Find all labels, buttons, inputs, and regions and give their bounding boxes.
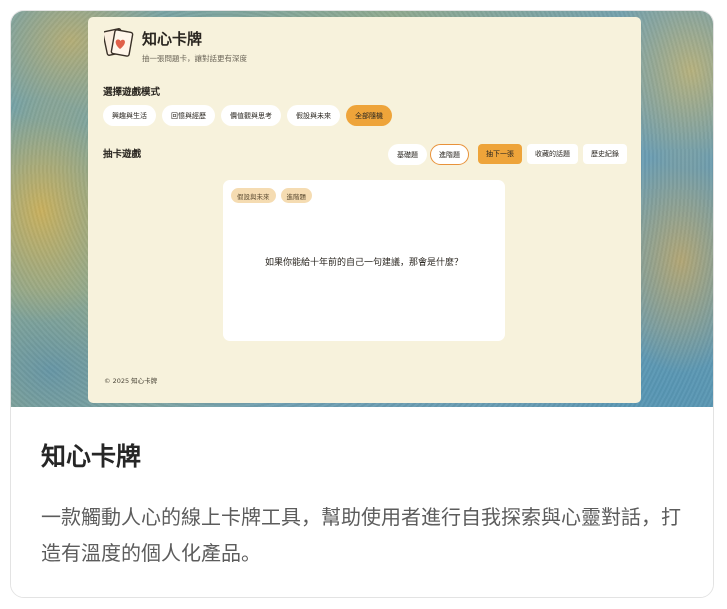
cards-logo-icon xyxy=(104,28,134,57)
project-card[interactable]: 知心卡牌 抽一張問題卡，讓對話更有深度 選擇遊戲模式 興趣與生活 回憶與經歷 價… xyxy=(10,10,714,598)
difficulty-selector: 基礎題 進階題 xyxy=(388,144,469,165)
card-actions: 抽下一張 收藏的話題 歷史紀錄 xyxy=(478,144,627,164)
question-text: 如果你能給十年前的自己一句建議，那會是什麼？ xyxy=(264,258,463,268)
history-button[interactable]: 歷史紀錄 xyxy=(583,144,627,164)
mode-button-future[interactable]: 假設與未來 xyxy=(287,105,340,126)
app-screenshot: 知心卡牌 抽一張問題卡，讓對話更有深度 選擇遊戲模式 興趣與生活 回憶與經歷 價… xyxy=(88,17,641,403)
mode-section-label: 選擇遊戲模式 xyxy=(103,87,161,98)
app-subtitle: 抽一張問題卡，讓對話更有深度 xyxy=(142,54,247,63)
app-footer: © 2025 知心卡牌 xyxy=(104,377,158,385)
mode-button-memories[interactable]: 回憶與經歷 xyxy=(162,105,215,126)
project-preview: 知心卡牌 抽一張問題卡，讓對話更有深度 選擇遊戲模式 興趣與生活 回憶與經歷 價… xyxy=(11,11,713,407)
difficulty-basic-button[interactable]: 基礎題 xyxy=(388,144,427,165)
difficulty-advanced-button[interactable]: 進階題 xyxy=(430,144,469,165)
mode-button-random[interactable]: 全部隨機 xyxy=(346,105,392,126)
saved-topics-button[interactable]: 收藏的話題 xyxy=(527,144,578,164)
mode-button-interests[interactable]: 興趣與生活 xyxy=(103,105,156,126)
game-section-label: 抽卡遊戲 xyxy=(103,149,142,160)
app-title: 知心卡牌 xyxy=(142,30,203,48)
card-tags: 假設與未來 進階題 xyxy=(231,188,312,203)
question-card: 假設與未來 進階題 如果你能給十年前的自己一句建議，那會是什麼？ xyxy=(223,180,505,341)
draw-next-button[interactable]: 抽下一張 xyxy=(478,144,522,164)
mode-button-values[interactable]: 價值觀與思考 xyxy=(221,105,281,126)
project-title: 知心卡牌 xyxy=(41,442,142,471)
category-tag: 假設與未來 xyxy=(231,188,276,203)
difficulty-tag: 進階題 xyxy=(280,188,312,203)
project-description: 一款觸動人心的線上卡牌工具，幫助使用者進行自我探索與心靈對話，打造有溫度的個人化… xyxy=(41,505,681,565)
project-info: 知心卡牌 一款觸動人心的線上卡牌工具，幫助使用者進行自我探索與心靈對話，打造有溫… xyxy=(11,407,713,597)
mode-selector: 興趣與生活 回憶與經歷 價值觀與思考 假設與未來 全部隨機 xyxy=(103,105,392,126)
